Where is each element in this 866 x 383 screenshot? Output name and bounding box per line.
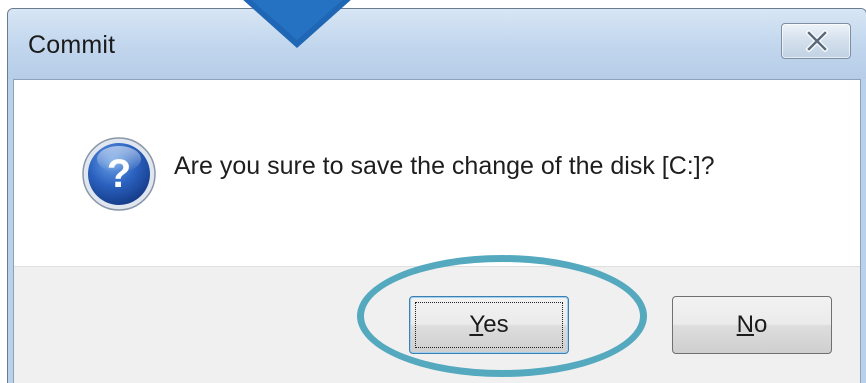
no-button-label: No: [736, 311, 768, 338]
dialog-button-strip: Yes No: [14, 266, 860, 383]
close-button[interactable]: [781, 23, 851, 59]
screenshot-stage: Commit ? Are you sure to save the change…: [0, 0, 866, 383]
dialog-content: ? Are you sure to save the change of the…: [14, 80, 860, 266]
commit-dialog: Commit ? Are you sure to save the change…: [7, 8, 866, 383]
yes-button-label: Yes: [469, 311, 509, 338]
yes-button[interactable]: Yes: [409, 296, 569, 354]
dialog-message: Are you sure to save the change of the d…: [174, 152, 715, 180]
dialog-client-area: ? Are you sure to save the change of the…: [13, 79, 861, 383]
no-button[interactable]: No: [672, 296, 832, 354]
svg-text:?: ?: [107, 152, 131, 196]
dialog-titlebar[interactable]: Commit: [8, 9, 866, 79]
question-icon: ?: [82, 137, 156, 211]
dialog-title: Commit: [28, 31, 116, 59]
down-arrow-pointer: [243, 0, 351, 48]
close-icon: [805, 30, 829, 52]
